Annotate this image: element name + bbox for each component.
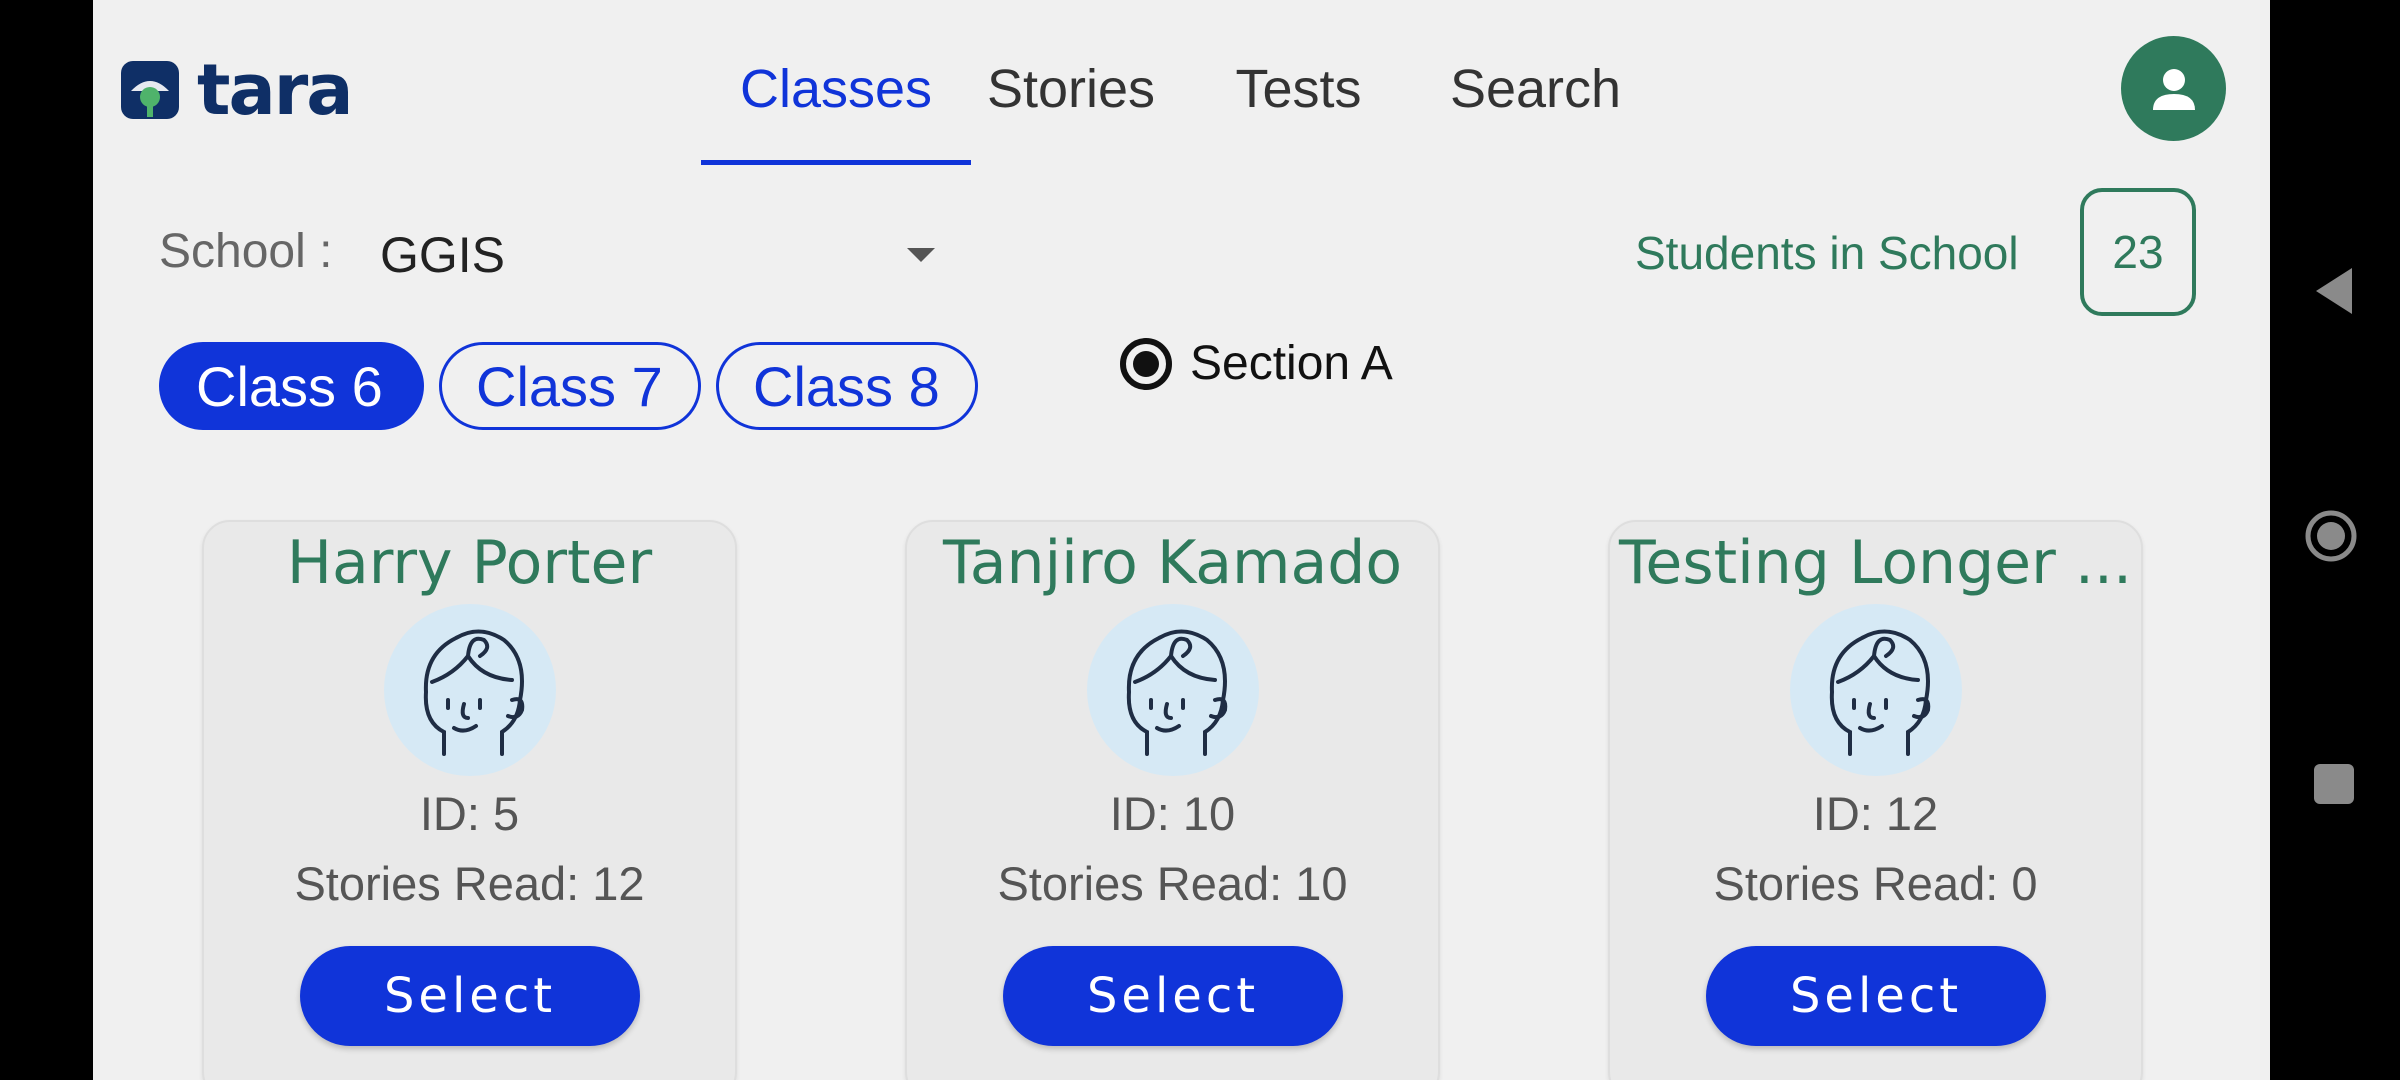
student-card: Tanjiro Kamado ID: 10 Stories Read: 10 S… — [905, 520, 1440, 1080]
section-radio-option[interactable]: Section A — [1120, 336, 1393, 391]
tab-classes[interactable]: Classes — [701, 40, 971, 165]
school-value: GGIS — [380, 227, 506, 283]
square-recent-icon[interactable] — [2314, 764, 2354, 804]
student-id: ID: 10 — [1109, 787, 1236, 840]
app-screen: tara Classes Stories Tests Search School… — [93, 0, 2270, 1080]
student-avatar-icon — [1087, 604, 1259, 776]
tab-stories-label: Stories — [986, 59, 1156, 119]
stories-read: Stories Read: 10 — [997, 857, 1348, 910]
student-avatar-icon — [384, 604, 556, 776]
select-button[interactable]: Select — [1706, 946, 2046, 1046]
profile-button[interactable] — [2121, 36, 2226, 141]
students-count-value: 23 — [2112, 226, 2164, 278]
tab-classes-label: Classes — [739, 59, 933, 119]
student-name: Harry Porter — [286, 528, 653, 598]
section-label: Section A — [1190, 337, 1393, 390]
triangle-back-icon[interactable] — [2314, 266, 2354, 316]
class-pill-label: Class 8 — [753, 354, 940, 418]
student-name: Testing Longer ... — [1618, 528, 2133, 598]
class-pill-6[interactable]: Class 6 — [159, 342, 424, 430]
chevron-down-icon — [907, 248, 935, 262]
class-pill-8[interactable]: Class 8 — [716, 342, 978, 430]
select-button-label: Select — [383, 968, 557, 1024]
tab-tests[interactable]: Tests — [1216, 40, 1381, 165]
circle-home-icon[interactable] — [2305, 510, 2357, 562]
tara-logo: tara — [121, 49, 353, 131]
students-count-badge: 23 — [2080, 188, 2196, 316]
radio-selected-icon[interactable] — [1120, 337, 1172, 390]
students-in-school-label: Students in School — [1635, 227, 2019, 279]
class-selector: Class 6 Class 7 Class 8 — [159, 342, 989, 432]
student-name: Tanjiro Kamado — [942, 528, 1403, 598]
tab-search[interactable]: Search — [1423, 40, 1648, 165]
class-pill-label: Class 6 — [196, 354, 383, 418]
person-icon — [2152, 68, 2195, 110]
student-card: Harry Porter ID: 5 Stories Read: 12 Sele… — [202, 520, 737, 1080]
student-avatar-icon — [1790, 604, 1962, 776]
select-button[interactable]: Select — [300, 946, 640, 1046]
tab-tests-label: Tests — [1235, 59, 1362, 119]
school-label: School : — [159, 225, 333, 278]
stories-read: Stories Read: 12 — [294, 857, 645, 910]
radio-dot — [1133, 350, 1159, 377]
select-button-label: Select — [1086, 968, 1260, 1024]
tab-search-label: Search — [1449, 59, 1622, 119]
logo-text: tara — [197, 49, 353, 131]
stories-read: Stories Read: 0 — [1713, 857, 2038, 910]
school-dropdown[interactable]: GGIS — [380, 220, 940, 290]
student-id: ID: 5 — [419, 787, 520, 840]
class-pill-label: Class 7 — [476, 354, 663, 418]
student-id: ID: 12 — [1812, 787, 1939, 840]
tab-stories[interactable]: Stories — [971, 40, 1171, 165]
student-card: Testing Longer ... ID: 12 Stories Read: … — [1608, 520, 2143, 1080]
select-button[interactable]: Select — [1003, 946, 1343, 1046]
class-pill-7[interactable]: Class 7 — [439, 342, 701, 430]
logo-badge-icon — [121, 61, 179, 119]
select-button-label: Select — [1789, 968, 1963, 1024]
